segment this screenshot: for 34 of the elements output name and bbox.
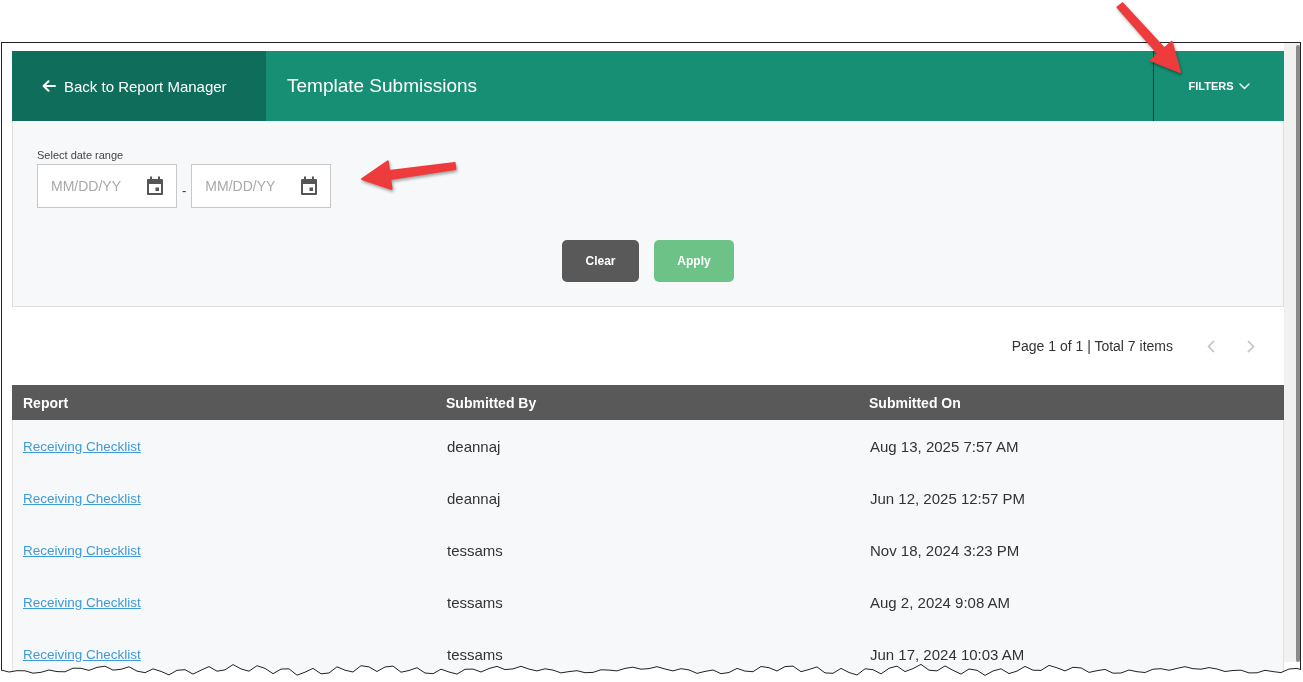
table-cell: tessams — [447, 593, 503, 611]
report-link[interactable]: Receiving Checklist — [23, 542, 141, 558]
scrollbar-thumb[interactable] — [1296, 45, 1300, 662]
table-cell: Jun 17, 2024 10:03 AM — [870, 645, 1025, 663]
calendar-icon — [300, 176, 319, 196]
column-header: Submitted By — [446, 394, 537, 411]
table-cell: tessams — [447, 541, 503, 559]
report-link[interactable]: Receiving Checklist — [23, 438, 141, 454]
report-link[interactable]: Receiving Checklist — [23, 646, 141, 662]
page-title: Template Submissions — [287, 75, 478, 97]
table-cell: Aug 2, 2024 9:08 AM — [870, 593, 1011, 611]
clear-button[interactable]: Clear — [562, 240, 639, 282]
apply-button[interactable]: Apply — [654, 240, 734, 282]
date-range-label: Select date range — [37, 149, 124, 161]
table-cell: Aug 13, 2025 7:57 AM — [870, 437, 1019, 455]
start-date-input[interactable]: MM/DD/YY — [37, 164, 177, 208]
report-link[interactable]: Receiving Checklist — [23, 594, 141, 610]
table-cell: Nov 18, 2024 3:23 PM — [870, 541, 1020, 559]
chevron-right-icon — [1247, 339, 1255, 353]
column-header: Report — [23, 394, 69, 411]
table-cell: tessams — [447, 645, 503, 663]
table-cell: deannaj — [447, 437, 501, 455]
chevron-left-icon — [1207, 339, 1215, 353]
chevron-down-icon — [1238, 82, 1250, 90]
end-date-input[interactable]: MM/DD/YY — [191, 164, 332, 208]
table-cell: Jun 12, 2025 12:57 PM — [870, 489, 1026, 507]
pagination-summary: Page 1 of 1 | Total 7 items — [1011, 338, 1173, 354]
report-link[interactable]: Receiving Checklist — [23, 490, 141, 506]
calendar-icon — [146, 176, 164, 196]
table-cell: deannaj — [447, 489, 501, 507]
range-separator: - — [182, 181, 187, 198]
back-link[interactable]: Back to Report Manager — [12, 51, 266, 121]
arrow-left-icon — [42, 80, 56, 92]
column-header: Submitted On — [869, 394, 961, 411]
